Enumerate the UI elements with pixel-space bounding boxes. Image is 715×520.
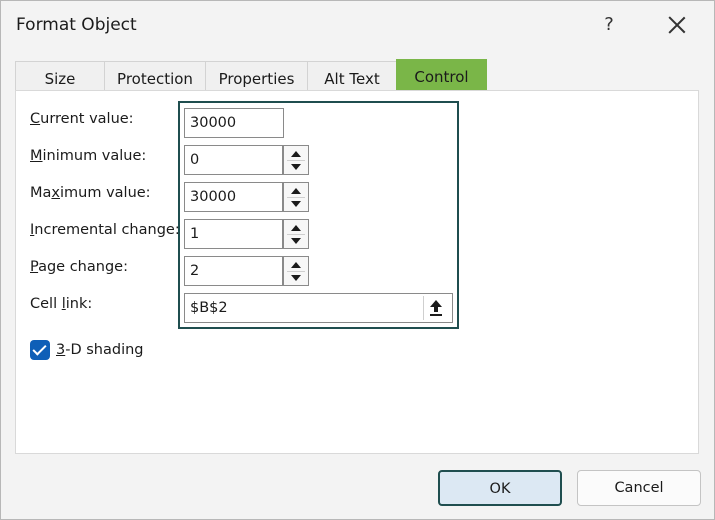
arrow-base-shape	[430, 314, 442, 316]
tab-control[interactable]: Control	[396, 59, 487, 91]
tab-alt-text[interactable]: Alt Text	[307, 61, 397, 91]
chevron-up-icon[interactable]	[287, 222, 305, 235]
cell-link-value: $B$2	[190, 300, 228, 316]
close-icon[interactable]	[663, 11, 691, 39]
cell-link-label: Cell link:	[30, 296, 93, 312]
minimum-value-spinner[interactable]	[283, 145, 309, 175]
help-button[interactable]: ?	[597, 11, 621, 39]
maximum-value-label: Maximum value:	[30, 185, 151, 201]
page-change-field[interactable]: 2	[184, 256, 283, 286]
maximum-value-spinner[interactable]	[283, 182, 309, 212]
current-value-field[interactable]: 30000	[184, 108, 284, 138]
ok-button[interactable]: OK	[438, 470, 562, 506]
maximum-value-field[interactable]: 30000	[184, 182, 283, 212]
cancel-button[interactable]: Cancel	[577, 470, 701, 506]
tab-protection[interactable]: Protection	[104, 61, 206, 91]
current-value-label: Current value:	[30, 111, 134, 127]
chevron-down-icon[interactable]	[287, 235, 305, 247]
cell-link-field[interactable]: $B$2	[184, 293, 453, 323]
tab-size[interactable]: Size	[15, 61, 105, 91]
chevron-up-icon[interactable]	[287, 259, 305, 272]
arrow-stem-shape	[434, 307, 438, 312]
page-change-label: Page change:	[30, 259, 128, 275]
page-change-spinner[interactable]	[283, 256, 309, 286]
incremental-change-field[interactable]: 1	[184, 219, 283, 249]
chevron-up-icon[interactable]	[287, 148, 305, 161]
chevron-down-icon[interactable]	[287, 198, 305, 210]
incremental-change-spinner[interactable]	[283, 219, 309, 249]
chevron-down-icon[interactable]	[287, 272, 305, 284]
3d-shading-label[interactable]: 3-D shading	[56, 342, 144, 358]
format-object-dialog: Format Object ? Size Protection Properti…	[0, 0, 715, 520]
incremental-change-label: Incremental change:	[30, 222, 180, 238]
tab-properties[interactable]: Properties	[205, 61, 308, 91]
collapse-dialog-icon[interactable]	[423, 296, 450, 320]
chevron-up-icon[interactable]	[287, 185, 305, 198]
chevron-down-icon[interactable]	[287, 161, 305, 173]
checkmark-icon[interactable]	[30, 340, 50, 360]
title-bar: Format Object ?	[1, 1, 714, 53]
minimum-value-label: Minimum value:	[30, 148, 147, 164]
dialog-title: Format Object	[16, 15, 137, 35]
minimum-value-field[interactable]: 0	[184, 145, 283, 175]
arrow-up-shape	[430, 300, 442, 307]
